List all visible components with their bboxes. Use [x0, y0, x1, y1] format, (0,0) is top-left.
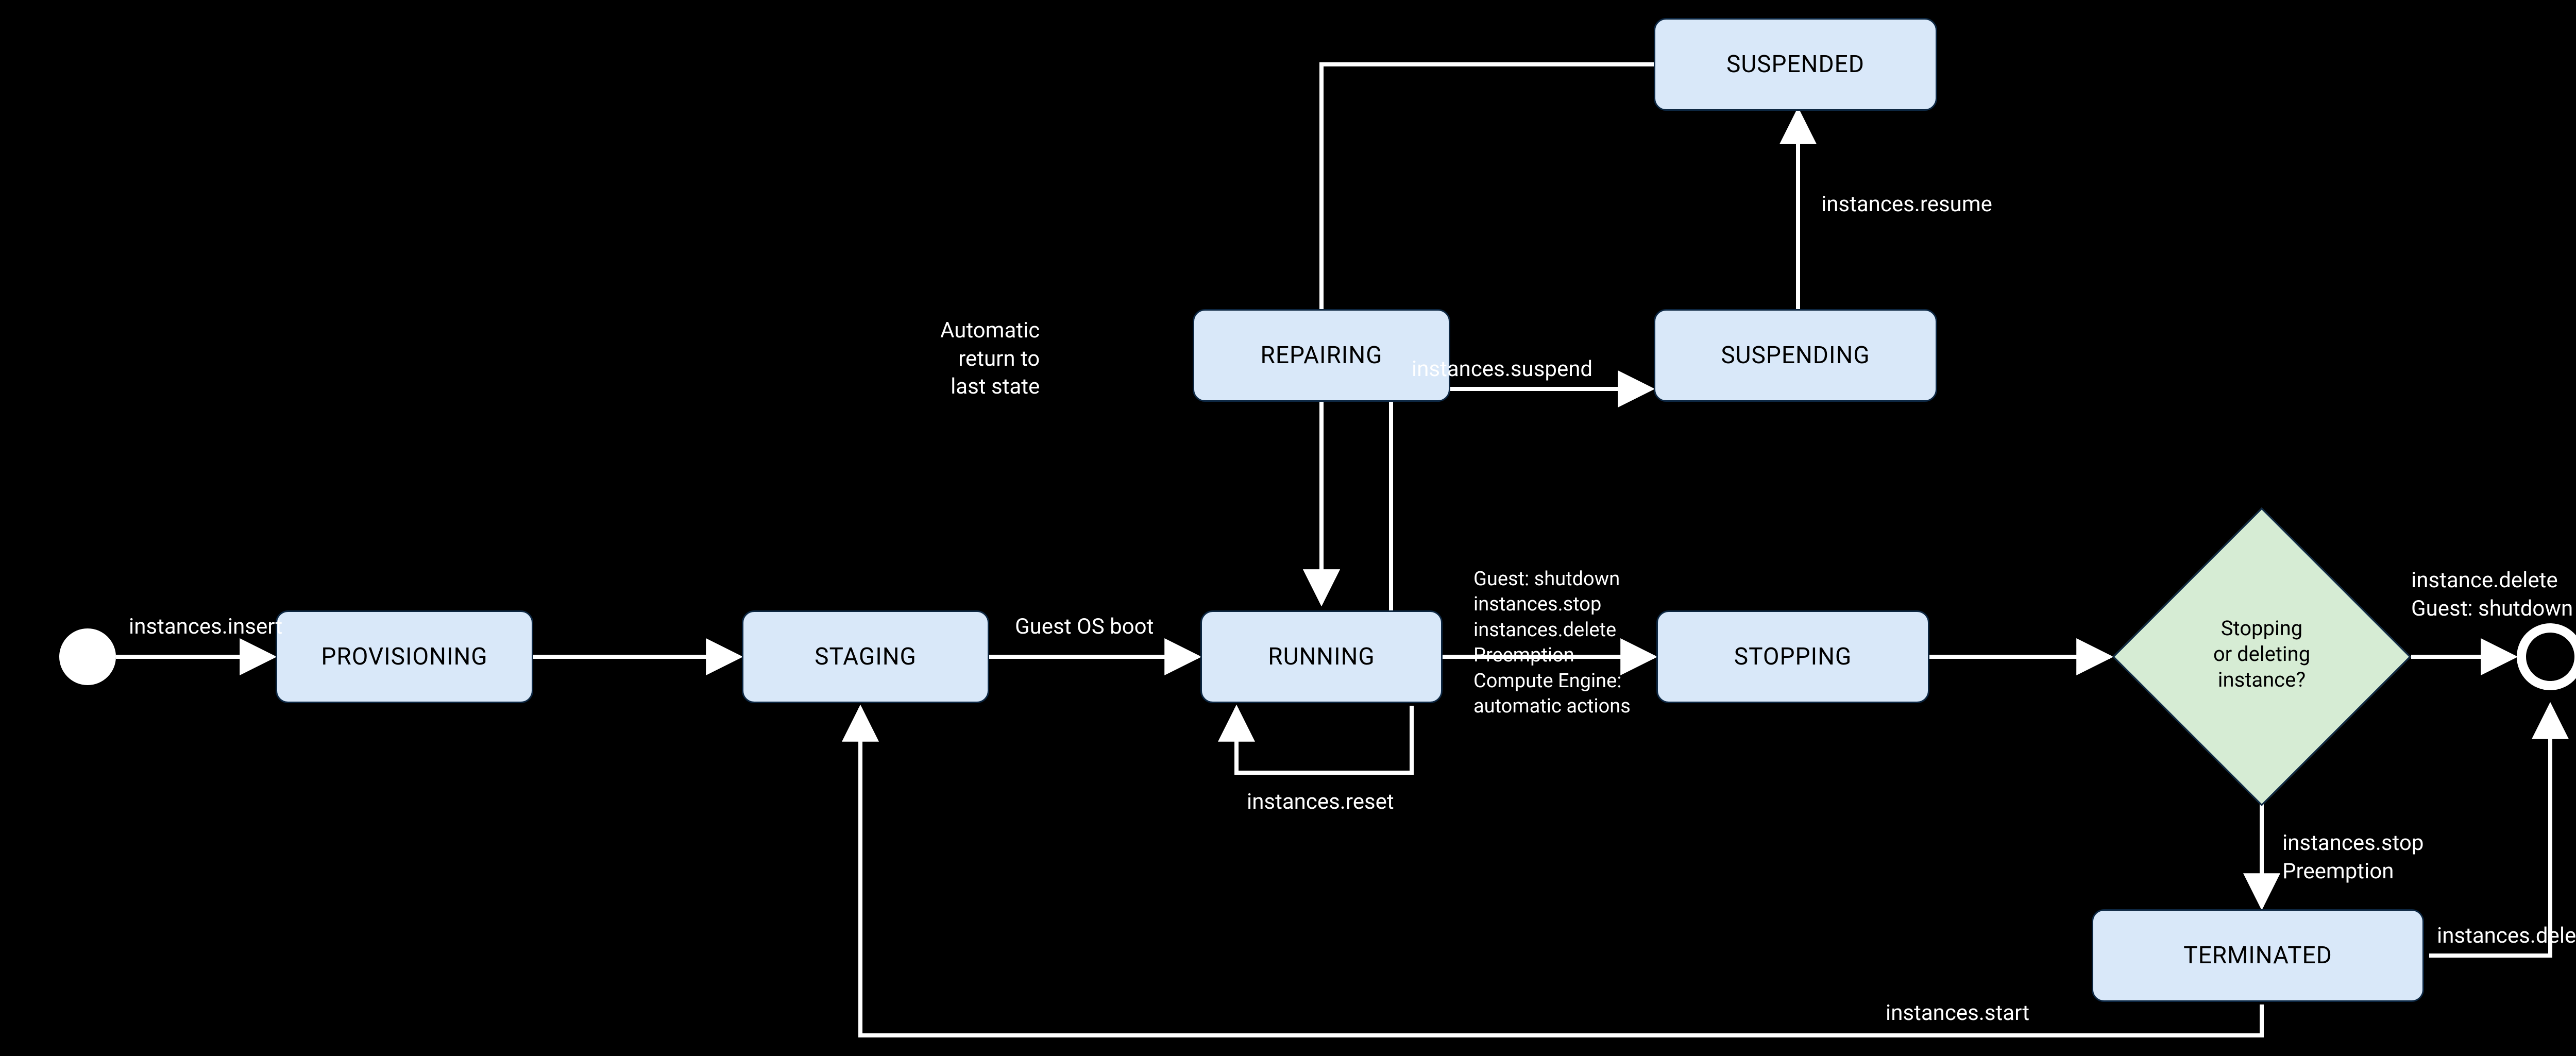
state-running-label: RUNNING: [1268, 643, 1375, 671]
state-suspended: SUSPENDED: [1654, 18, 1937, 111]
start-node: [59, 628, 116, 685]
state-provisioning-label: PROVISIONING: [321, 643, 487, 671]
state-stopping: STOPPING: [1656, 610, 1929, 703]
state-suspended-label: SUSPENDED: [1726, 50, 1865, 78]
state-staging: STAGING: [742, 610, 989, 703]
edge-label-guest-boot: Guest OS boot: [1015, 613, 1154, 641]
edge-label-shutdown: Guest: shutdowninstances.stopinstances.d…: [1473, 567, 1631, 719]
state-stopping-label: STOPPING: [1734, 643, 1852, 671]
edge-label-resume: instances.resume: [1821, 191, 1992, 219]
arrows-layer: [0, 0, 2576, 1056]
state-provisioning: PROVISIONING: [276, 610, 533, 703]
decision-label: Stoppingor deletinginstance?: [2184, 616, 2339, 693]
edge-label-decision-delete: instance.deleteGuest: shutdown: [2411, 567, 2573, 623]
edge-label-terminated-delete: instances.delete: [2437, 922, 2576, 950]
edge-label-suspend: instances.suspend: [1412, 355, 1592, 384]
state-terminated: TERMINATED: [2092, 909, 2424, 1002]
edge-label-reset: instances.reset: [1247, 788, 1394, 816]
state-running: RUNNING: [1200, 610, 1443, 703]
edge-label-terminated-start: instances.start: [1886, 999, 2029, 1028]
state-repairing-label: REPAIRING: [1261, 342, 1383, 369]
edge-label-create: instances.insert: [129, 613, 282, 641]
edge-label-decision-stop: instances.stopPreemption: [2282, 829, 2424, 885]
state-terminated-label: TERMINATED: [2183, 942, 2332, 969]
state-suspending-label: SUSPENDING: [1721, 342, 1870, 369]
state-staging-label: STAGING: [815, 643, 917, 671]
edge-label-repairing-return: Automaticreturn tolast state: [940, 317, 1040, 401]
state-suspending: SUSPENDING: [1654, 309, 1937, 402]
diagram-canvas: PROVISIONING STAGING RUNNING REPAIRING S…: [0, 0, 2576, 1056]
